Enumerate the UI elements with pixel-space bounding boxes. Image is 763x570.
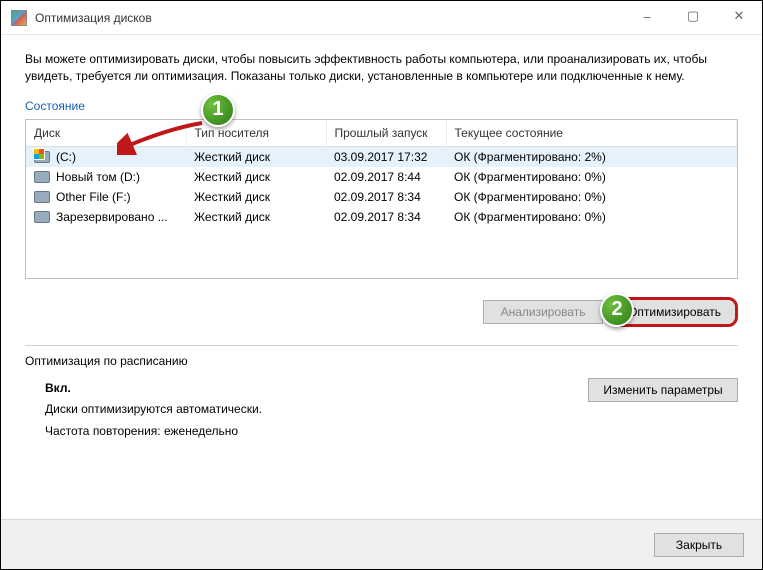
minimize-button[interactable]: – — [624, 1, 670, 31]
drive-state: ОК (Фрагментировано: 2%) — [446, 146, 737, 167]
schedule-on-label: Вкл. — [45, 381, 71, 395]
schedule-status: Вкл. Диски оптимизируются автоматически.… — [45, 378, 262, 443]
drive-icon — [34, 151, 50, 163]
window-title: Оптимизация дисков — [35, 11, 152, 25]
drive-media: Жесткий диск — [186, 146, 326, 167]
drive-name: Новый том (D:) — [56, 170, 140, 184]
col-current-state[interactable]: Текущее состояние — [446, 120, 737, 147]
schedule-auto-text: Диски оптимизируются автоматически. — [45, 402, 262, 416]
change-settings-button[interactable]: Изменить параметры — [588, 378, 738, 402]
drive-last-run: 03.09.2017 17:32 — [326, 146, 446, 167]
app-icon — [11, 10, 27, 26]
drive-name: (C:) — [56, 150, 76, 164]
drive-state: ОК (Фрагментировано: 0%) — [446, 187, 737, 207]
footer: Закрыть — [1, 519, 762, 569]
close-dialog-button[interactable]: Закрыть — [654, 533, 744, 557]
schedule-section-label: Оптимизация по расписанию — [25, 354, 738, 368]
drive-icon — [34, 171, 50, 183]
drive-last-run: 02.09.2017 8:34 — [326, 207, 446, 227]
close-button[interactable]: ✕ — [716, 1, 762, 31]
col-last-run[interactable]: Прошлый запуск — [326, 120, 446, 147]
drive-state: ОК (Фрагментировано: 0%) — [446, 207, 737, 227]
drive-media: Жесткий диск — [186, 207, 326, 227]
description-text: Вы можете оптимизировать диски, чтобы по… — [25, 51, 738, 85]
drive-icon — [34, 191, 50, 203]
callout-2: 2 — [600, 293, 634, 327]
maximize-button[interactable]: ▢ — [670, 1, 716, 31]
drive-icon — [34, 211, 50, 223]
drive-last-run: 02.09.2017 8:44 — [326, 167, 446, 187]
table-row[interactable]: Новый том (D:) Жесткий диск02.09.2017 8:4… — [26, 167, 737, 187]
drive-media: Жесткий диск — [186, 187, 326, 207]
annotation-arrow — [117, 121, 207, 155]
table-row[interactable]: Зарезервировано ... Жесткий диск02.09.201… — [26, 207, 737, 227]
callout-1: 1 — [201, 93, 235, 127]
drive-state: ОК (Фрагментировано: 0%) — [446, 167, 737, 187]
drive-name: Зарезервировано ... — [56, 210, 168, 224]
drive-media: Жесткий диск — [186, 167, 326, 187]
table-row[interactable]: Other File (F:) Жесткий диск02.09.2017 8:… — [26, 187, 737, 207]
status-section-label: Состояние — [25, 99, 738, 113]
drive-last-run: 02.09.2017 8:34 — [326, 187, 446, 207]
titlebar: Оптимизация дисков – ▢ ✕ — [1, 1, 762, 35]
schedule-freq-text: Частота повторения: еженедельно — [45, 424, 238, 438]
analyze-button[interactable]: Анализировать — [483, 300, 603, 324]
separator — [25, 345, 738, 346]
drive-name: Other File (F:) — [56, 190, 131, 204]
